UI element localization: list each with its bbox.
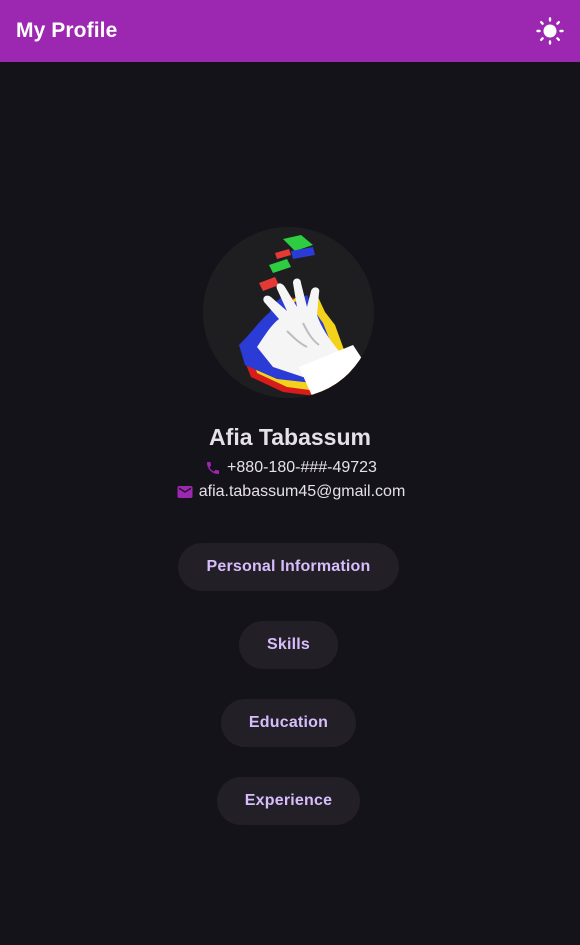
- phone-row: +880-180-###-49723: [0, 458, 580, 478]
- education-button[interactable]: Education: [221, 699, 356, 747]
- app-bar-title: My Profile: [16, 19, 118, 42]
- profile-name: Afia Tabassum: [209, 424, 371, 450]
- avatar: [203, 227, 374, 398]
- email-row: afia.tabassum45@gmail.com: [0, 482, 580, 502]
- theme-toggle-button[interactable]: [534, 15, 566, 47]
- app-bar: My Profile: [0, 0, 580, 62]
- mail-icon: [175, 482, 195, 502]
- profile-content: Afia Tabassum +880-180-###-49723 afia.ta…: [0, 62, 580, 945]
- email-address: afia.tabassum45@gmail.com: [198, 483, 406, 500]
- experience-button[interactable]: Experience: [217, 777, 360, 825]
- sun-icon: [536, 17, 564, 45]
- profile-screen: My Profile Afia Tabassum +880-180-###-49…: [0, 0, 580, 945]
- phone-icon: [203, 458, 223, 478]
- skills-button[interactable]: Skills: [239, 621, 338, 669]
- hand-image: [203, 227, 374, 398]
- phone-number: +880-180-###-49723: [227, 459, 377, 476]
- personal-information-button[interactable]: Personal Information: [178, 543, 399, 591]
